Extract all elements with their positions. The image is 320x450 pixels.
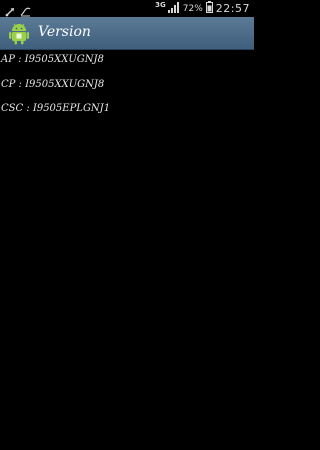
status-bar[interactable]: 3G 72% 22:57 bbox=[0, 0, 254, 17]
signal-icon bbox=[167, 1, 180, 16]
system-icons: 3G 72% 22:57 bbox=[155, 1, 250, 16]
network-type: 3G bbox=[155, 1, 166, 9]
version-ap: AP : I9505XXUGNJ8 bbox=[1, 54, 104, 65]
battery-icon bbox=[205, 1, 213, 16]
page-title: Version bbox=[38, 24, 91, 40]
android-icon[interactable] bbox=[8, 21, 30, 45]
action-bar: Version bbox=[0, 17, 254, 50]
clock: 22:57 bbox=[215, 2, 250, 15]
version-csc: CSC : I9505EPLGNJ1 bbox=[1, 103, 111, 114]
version-cp: CP : I9505XXUGNJ8 bbox=[1, 79, 105, 90]
battery-percent: 72% bbox=[182, 3, 203, 14]
